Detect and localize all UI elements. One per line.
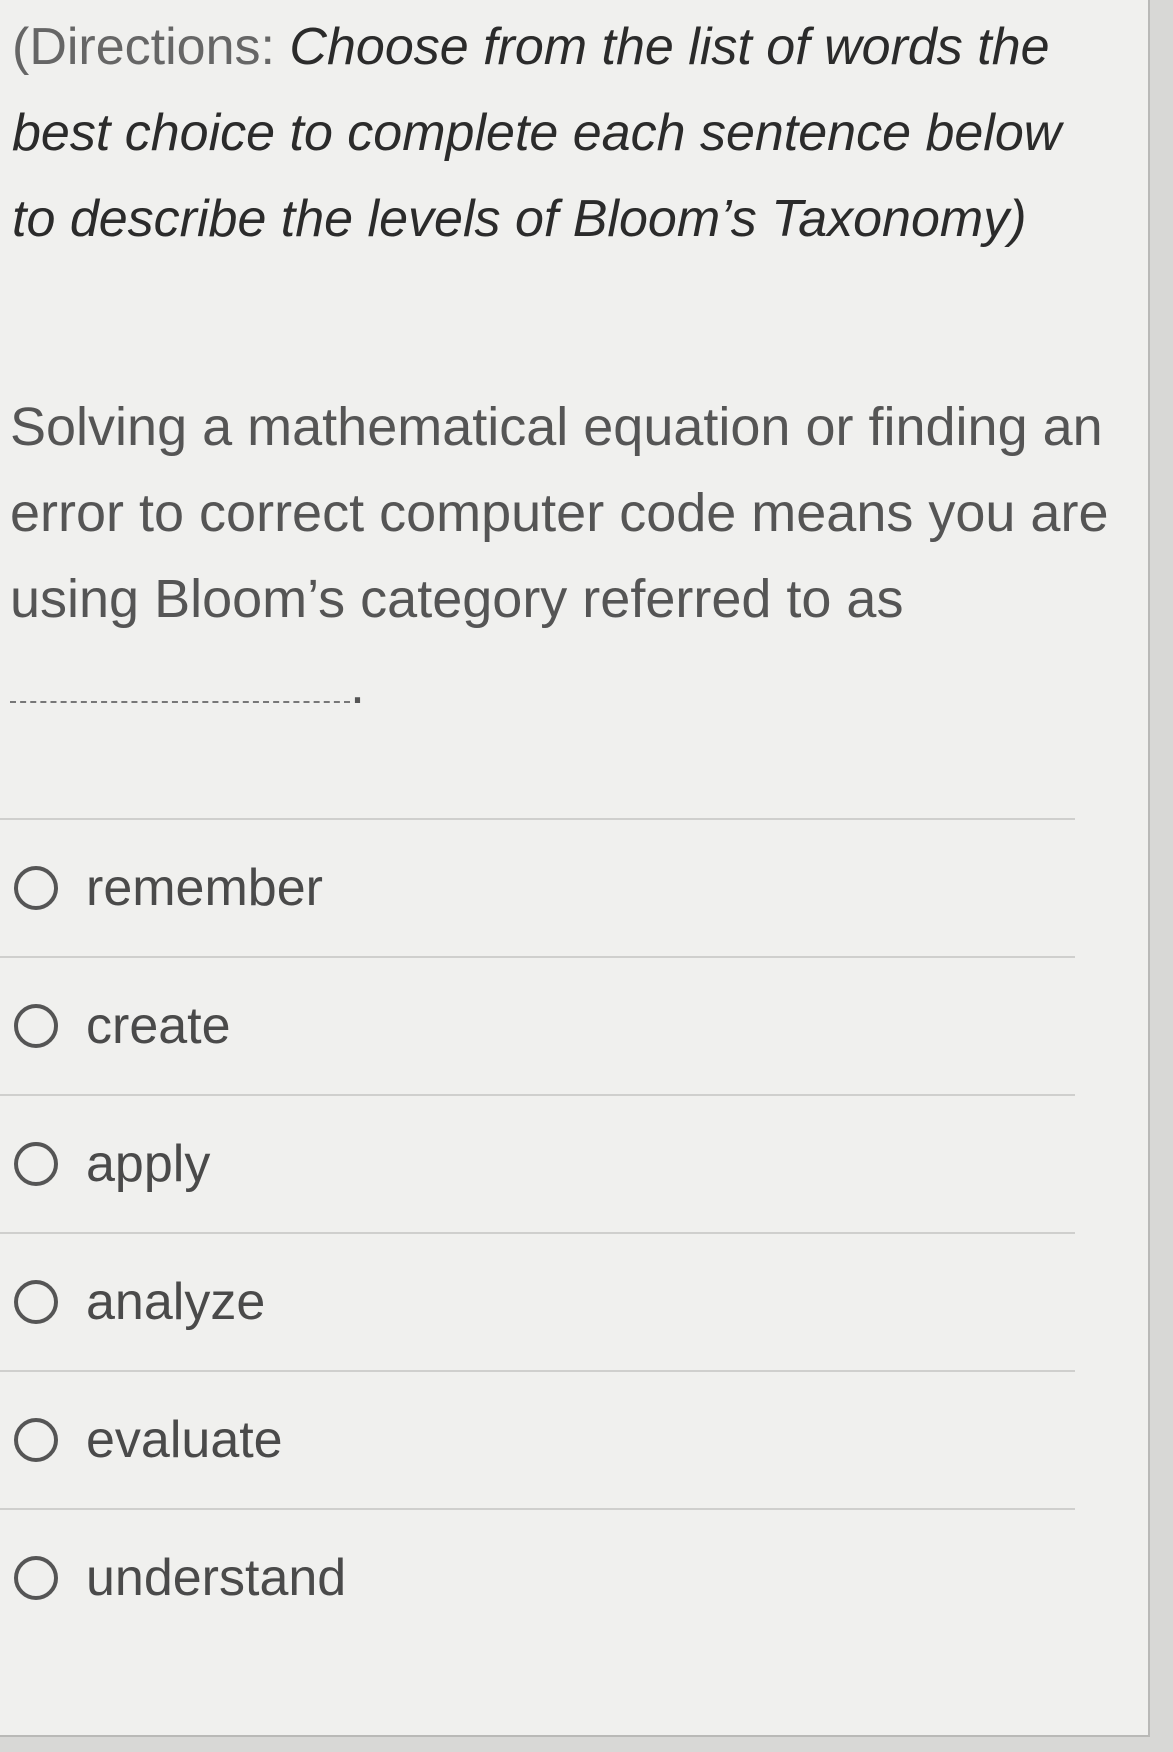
answer-options: remember create apply analyze evaluate u… (0, 818, 1075, 1646)
option-evaluate[interactable]: evaluate (0, 1370, 1075, 1508)
answer-blank (10, 657, 350, 703)
option-apply[interactable]: apply (0, 1094, 1075, 1232)
directions-text: (Directions: Choose from the list of wor… (12, 4, 1072, 262)
directions-open-paren: ( (12, 18, 30, 76)
radio-button[interactable] (14, 1004, 58, 1048)
question-end-punct: . (350, 655, 366, 715)
radio-button[interactable] (14, 866, 58, 910)
quiz-page: (Directions: Choose from the list of wor… (0, 0, 1150, 1737)
radio-button[interactable] (14, 1418, 58, 1462)
option-label: evaluate (86, 1411, 283, 1469)
option-create[interactable]: create (0, 956, 1075, 1094)
option-remember[interactable]: remember (0, 818, 1075, 956)
question-text: Solving a mathematical equation or findi… (10, 384, 1110, 728)
option-understand[interactable]: understand (0, 1508, 1075, 1646)
radio-button[interactable] (14, 1142, 58, 1186)
option-label: remember (86, 859, 323, 917)
option-label: create (86, 997, 231, 1055)
directions-label: Directions: (29, 18, 275, 76)
option-label: apply (86, 1135, 211, 1193)
option-label: understand (86, 1549, 347, 1607)
question-body: Solving a mathematical equation or findi… (10, 397, 1109, 629)
option-analyze[interactable]: analyze (0, 1232, 1075, 1370)
option-label: analyze (86, 1273, 266, 1331)
radio-button[interactable] (14, 1280, 58, 1324)
radio-button[interactable] (14, 1556, 58, 1600)
